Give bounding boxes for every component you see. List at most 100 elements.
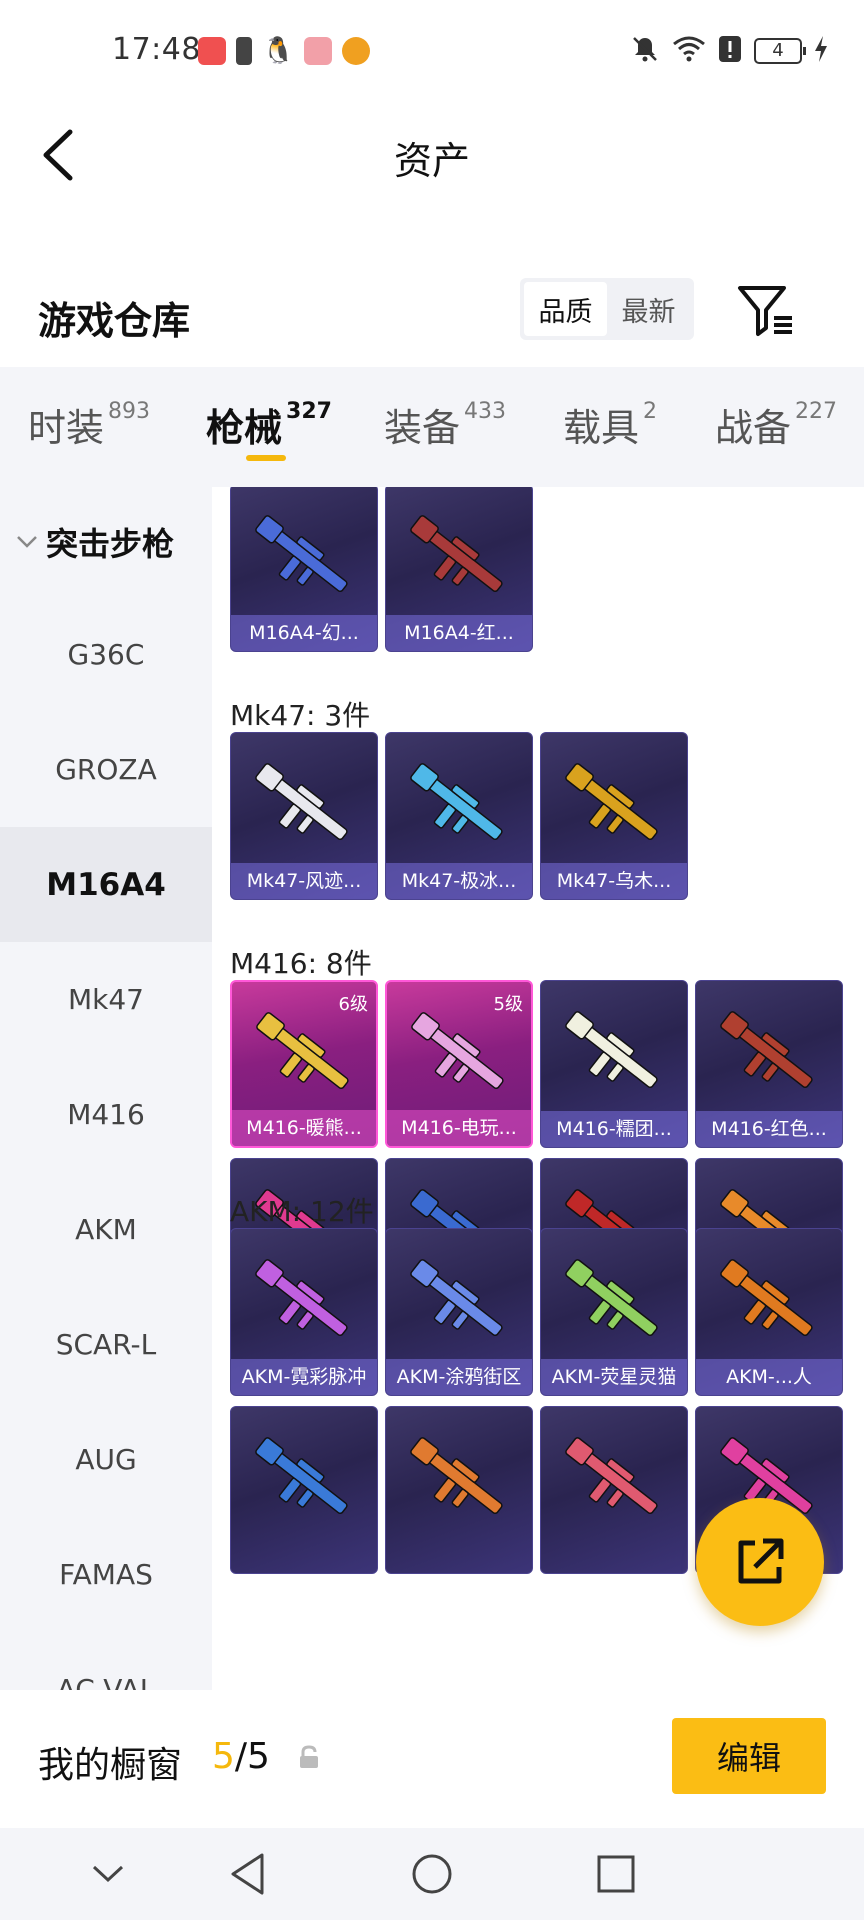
- weapon-image: [410, 763, 503, 841]
- tab-count: 327: [286, 399, 332, 424]
- weapon-card[interactable]: [540, 1406, 688, 1574]
- sidebar-item-m416[interactable]: M416: [0, 1057, 212, 1172]
- sidebar-item-famas[interactable]: FAMAS: [0, 1517, 212, 1632]
- sidebar-group-assault-rifles[interactable]: 突击步枪: [0, 487, 212, 597]
- sidebar-item-mk47[interactable]: Mk47: [0, 942, 212, 1057]
- status-time: 17:48: [112, 32, 201, 67]
- top-bar: 资产: [0, 100, 864, 210]
- weapon-name: AKM-...人: [696, 1359, 842, 1395]
- weapon-image: [255, 1259, 348, 1337]
- tab-count: 2: [643, 399, 658, 424]
- sidebar-item-akm[interactable]: AKM: [0, 1172, 212, 1287]
- weapon-image: [565, 1259, 658, 1337]
- tab-outfits[interactable]: 时装 893: [28, 397, 150, 452]
- weapon-image: [565, 1437, 658, 1515]
- weapon-name: Mk47-风迹...: [231, 863, 377, 899]
- sort-quality-option[interactable]: 品质: [524, 282, 607, 336]
- weapon-card[interactable]: [385, 1406, 533, 1574]
- active-tab-indicator: [246, 455, 286, 461]
- notification-icons: 🐧: [198, 36, 371, 66]
- sidebar-group-label: 突击步枪: [46, 525, 175, 563]
- sidebar-item-scar-l[interactable]: SCAR-L: [0, 1287, 212, 1402]
- weapon-name: AKM-涂鸦街区: [386, 1359, 532, 1395]
- weapon-card[interactable]: M416-糯团...: [540, 980, 688, 1148]
- nav-back-button[interactable]: [222, 1848, 274, 1900]
- weapon-card[interactable]: 5级 M416-电玩...: [385, 980, 533, 1148]
- weapon-image: [565, 763, 658, 841]
- weapon-name: AKM-荧星灵猫: [541, 1359, 687, 1395]
- sidebar-item-g36c[interactable]: G36C: [0, 597, 212, 712]
- nav-recents-button[interactable]: [590, 1848, 642, 1900]
- weapon-card[interactable]: AKM-涂鸦街区: [385, 1228, 533, 1396]
- sidebar-item-m16a4[interactable]: M16A4: [0, 827, 212, 942]
- weapon-image: [410, 515, 503, 593]
- warehouse-title: 游戏仓库: [38, 299, 191, 343]
- page-title: 资产: [393, 139, 470, 183]
- sort-newest-option[interactable]: 最新: [607, 282, 690, 336]
- filter-icon: [738, 286, 792, 336]
- weapon-image: [565, 1011, 658, 1089]
- section-title: M416: 8件: [230, 947, 372, 980]
- mute-icon: [630, 34, 660, 68]
- sidebar-item-ac-val[interactable]: AC-VAL: [0, 1632, 212, 1690]
- sort-toggle: 品质 最新: [520, 278, 694, 340]
- status-bar: 17:48 🐧 4: [0, 0, 864, 100]
- weapon-level-badge: 5级: [493, 994, 523, 1015]
- filter-button[interactable]: [736, 280, 796, 340]
- warehouse-header: 游戏仓库 品质 最新: [0, 270, 864, 360]
- weapon-card[interactable]: Mk47-极冰...: [385, 732, 533, 900]
- tab-count: 893: [108, 399, 151, 424]
- weapon-level-badge: 6级: [338, 994, 368, 1015]
- weapon-image: [410, 1259, 503, 1337]
- circle-home-icon: [412, 1854, 452, 1894]
- lock-icon: [300, 1745, 318, 1768]
- weapon-image: [410, 1437, 503, 1515]
- section-title: AKM: 12件: [230, 1195, 374, 1228]
- weapon-name: M416-红色...: [696, 1111, 842, 1147]
- sidebar-item-aug[interactable]: AUG: [0, 1402, 212, 1517]
- weapon-card[interactable]: Mk47-乌木...: [540, 732, 688, 900]
- weapon-type-sidebar: 突击步枪 G36C GROZA M16A4 Mk47 M416 AKM SCAR…: [0, 487, 212, 1690]
- weapon-name: M416-暖熊...: [232, 1110, 376, 1146]
- showcase-total: /5: [234, 1736, 270, 1777]
- nav-home-button[interactable]: [406, 1848, 458, 1900]
- showcase-count: 5/5: [212, 1736, 270, 1777]
- system-icons: 4: [630, 34, 828, 68]
- tab-equipment[interactable]: 装备 433: [384, 397, 506, 452]
- alert-icon: [718, 35, 742, 67]
- system-nav-bar: [0, 1828, 864, 1920]
- weapon-image: [411, 1012, 504, 1090]
- weapon-image: [255, 1437, 348, 1515]
- share-button[interactable]: [696, 1498, 824, 1626]
- sim-icon: [236, 37, 252, 65]
- tab-supplies[interactable]: 战备 227: [715, 397, 837, 452]
- weapon-card[interactable]: M16A4-红...: [385, 487, 533, 652]
- tab-label: 时装: [28, 406, 105, 450]
- tab-label: 战备: [715, 406, 792, 450]
- sidebar-item-groza[interactable]: GROZA: [0, 712, 212, 827]
- weapon-image: [255, 515, 348, 593]
- charging-icon: [814, 36, 828, 66]
- weapon-card[interactable]: AKM-霓彩脉冲: [230, 1228, 378, 1396]
- square-recents-icon: [597, 1855, 635, 1893]
- weapon-card[interactable]: AKM-...人: [695, 1228, 843, 1396]
- tab-count: 433: [464, 399, 507, 424]
- weapon-name: Mk47-极冰...: [386, 863, 532, 899]
- tab-vehicles[interactable]: 载具 2: [563, 397, 657, 452]
- section-title: Mk47: 3件: [230, 699, 371, 732]
- weapon-name: M416-电玩...: [387, 1110, 531, 1146]
- tab-count: 227: [795, 399, 838, 424]
- weapon-card[interactable]: 6级 M416-暖熊...: [230, 980, 378, 1148]
- weapon-card[interactable]: [230, 1406, 378, 1574]
- weapon-image: [255, 763, 348, 841]
- weapon-card[interactable]: M16A4-幻...: [230, 487, 378, 652]
- qq-icon: 🐧: [262, 36, 295, 66]
- weapon-card[interactable]: M416-红色...: [695, 980, 843, 1148]
- tab-firearms[interactable]: 枪械 327: [206, 397, 332, 452]
- weapon-card[interactable]: Mk47-风迹...: [230, 732, 378, 900]
- nav-collapse-button[interactable]: [82, 1848, 134, 1900]
- tab-label: 枪械: [206, 406, 283, 450]
- weapon-name: M16A4-红...: [386, 615, 532, 651]
- edit-button[interactable]: 编辑: [672, 1718, 826, 1794]
- weapon-card[interactable]: AKM-荧星灵猫: [540, 1228, 688, 1396]
